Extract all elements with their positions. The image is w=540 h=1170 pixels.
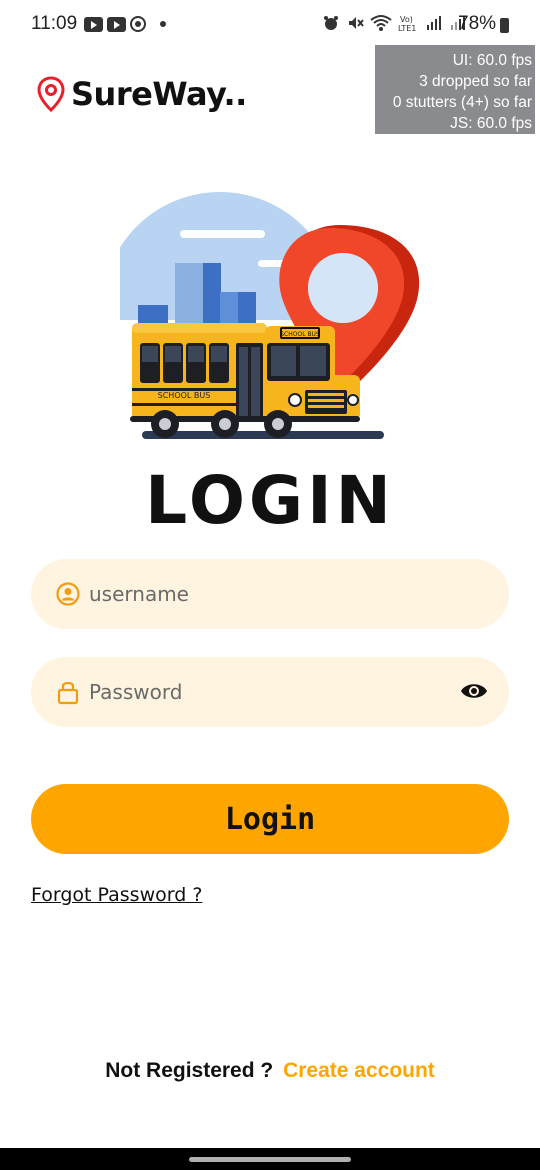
youtube-icon	[84, 16, 103, 32]
location-pin-icon	[37, 76, 65, 112]
battery-percent: 78%	[458, 13, 497, 34]
lock-icon	[57, 681, 79, 705]
fps-monitor: UI: 60.0 fps 3 dropped so far 0 stutters…	[375, 45, 535, 134]
wifi-icon	[370, 15, 392, 31]
youtube-icon	[107, 16, 126, 32]
eye-icon[interactable]	[460, 681, 488, 701]
battery-icon	[500, 18, 509, 33]
fps-dropped: 3 dropped so far	[419, 73, 532, 90]
status-time: 11:09	[31, 13, 78, 34]
fps-ui: UI: 60.0 fps	[452, 52, 532, 69]
signal-icon	[427, 16, 441, 30]
user-icon	[56, 582, 80, 606]
app-title: SureWay..	[71, 75, 247, 113]
home-gesture-handle[interactable]	[189, 1157, 351, 1162]
bus-side-label: SCHOOL BUS	[158, 391, 211, 400]
password-field[interactable]	[31, 657, 509, 727]
svg-text:LTE1: LTE1	[398, 24, 416, 32]
volte-icon: Vo)LTE1	[398, 15, 416, 32]
bus-roof-sign: SCHOOL BUS	[280, 331, 320, 338]
register-row: Not Registered ? Create account	[0, 1059, 540, 1083]
create-account-link[interactable]: Create account	[283, 1059, 435, 1082]
app-brand: SureWay..	[37, 75, 247, 113]
login-heading: LOGIN	[145, 462, 395, 539]
username-field[interactable]	[31, 559, 509, 629]
username-input[interactable]	[89, 559, 469, 629]
fps-js: JS: 60.0 fps	[450, 115, 532, 132]
fps-stutters: 0 stutters (4+) so far	[392, 94, 532, 111]
login-button[interactable]: Login	[31, 784, 509, 854]
forgot-password-link[interactable]: Forgot Password ?	[31, 884, 202, 906]
password-input[interactable]	[89, 657, 469, 727]
alarm-icon	[324, 16, 338, 30]
record-icon	[130, 16, 146, 32]
not-registered-text: Not Registered ?	[105, 1059, 274, 1082]
mute-icon	[349, 17, 364, 29]
svg-text:Vo): Vo)	[400, 15, 413, 24]
status-bar: 11:09 Vo) LTE1 78%	[0, 0, 540, 50]
school-bus-illustration: SCHOOL BUS SCHOOL BUS	[120, 192, 420, 445]
dot-icon	[160, 21, 166, 27]
